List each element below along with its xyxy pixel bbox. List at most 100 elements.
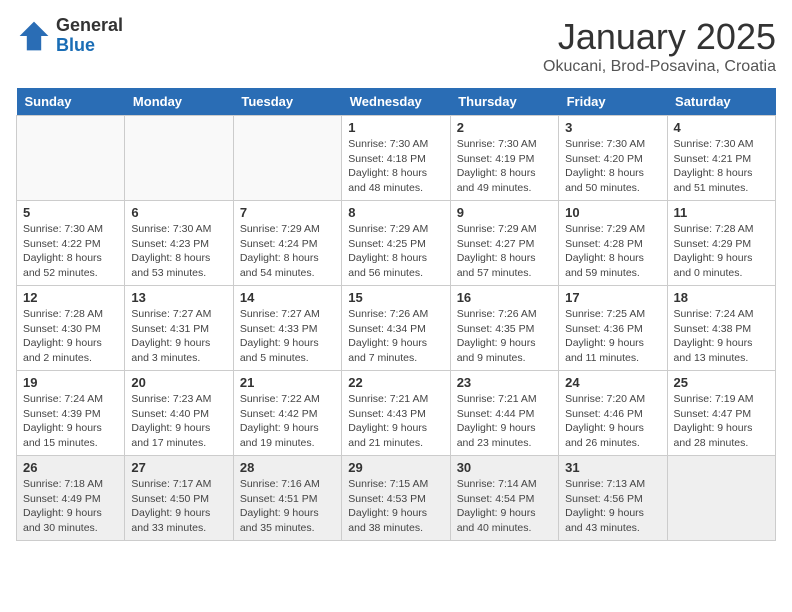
day-number: 16 bbox=[457, 290, 552, 305]
title-block: January 2025 Okucani, Brod-Posavina, Cro… bbox=[543, 16, 776, 76]
week-row-1: 1 Sunrise: 7:30 AM Sunset: 4:18 PM Daylig… bbox=[17, 116, 776, 201]
day-cell: 19 Sunrise: 7:24 AM Sunset: 4:39 PM Dayli… bbox=[17, 371, 125, 456]
day-number: 24 bbox=[565, 375, 660, 390]
day-info: Sunrise: 7:22 AM Sunset: 4:42 PM Dayligh… bbox=[240, 392, 335, 451]
day-cell: 12Sunrise: 7:28 AM Sunset: 4:30 PM Dayli… bbox=[17, 286, 125, 371]
day-cell: 20Sunrise: 7:23 AM Sunset: 4:40 PM Dayli… bbox=[125, 371, 233, 456]
day-info: Sunrise: 7:27 AM Sunset: 4:31 PM Dayligh… bbox=[131, 307, 226, 366]
day-number: 6 bbox=[131, 205, 226, 220]
day-cell: 13 Sunrise: 7:27 AM Sunset: 4:31 PM Dayli… bbox=[125, 286, 233, 371]
day-cell: 26 Sunrise: 7:18 AM Sunset: 4:49 PM Dayli… bbox=[17, 456, 125, 541]
day-number: 29 bbox=[348, 460, 443, 475]
day-number: 4 bbox=[674, 120, 769, 135]
calendar-table: SundayMondayTuesdayWednesdayThursdayFrid… bbox=[16, 88, 776, 541]
day-cell: 25 Sunrise: 7:19 AM Sunset: 4:47 PM Dayli… bbox=[667, 371, 775, 456]
day-info: Sunrise: 7:19 AM Sunset: 4:47 PM Dayligh… bbox=[674, 392, 769, 451]
day-number: 13 bbox=[131, 290, 226, 305]
day-cell: 2Sunrise: 7:30 AM Sunset: 4:19 PM Daylig… bbox=[450, 116, 558, 201]
day-cell: 22 Sunrise: 7:21 AM Sunset: 4:43 PM Dayli… bbox=[342, 371, 450, 456]
day-cell bbox=[17, 116, 125, 201]
day-cell: 21 Sunrise: 7:22 AM Sunset: 4:42 PM Dayli… bbox=[233, 371, 341, 456]
day-cell: 8Sunrise: 7:29 AM Sunset: 4:25 PM Daylig… bbox=[342, 201, 450, 286]
day-info: Sunrise: 7:30 AM Sunset: 4:18 PM Dayligh… bbox=[348, 137, 443, 196]
logo-icon bbox=[16, 18, 52, 54]
day-number: 18 bbox=[674, 290, 769, 305]
day-number: 23 bbox=[457, 375, 552, 390]
day-info: Sunrise: 7:21 AM Sunset: 4:44 PM Dayligh… bbox=[457, 392, 552, 451]
day-info: Sunrise: 7:30 AM Sunset: 4:22 PM Dayligh… bbox=[23, 222, 118, 281]
day-info: Sunrise: 7:13 AM Sunset: 4:56 PM Dayligh… bbox=[565, 477, 660, 536]
day-number: 25 bbox=[674, 375, 769, 390]
day-cell: 14 Sunrise: 7:27 AM Sunset: 4:33 PM Dayli… bbox=[233, 286, 341, 371]
logo-blue-text: Blue bbox=[56, 36, 123, 56]
weekday-header-thursday: Thursday bbox=[450, 88, 558, 116]
day-info: Sunrise: 7:28 AM Sunset: 4:29 PM Dayligh… bbox=[674, 222, 769, 281]
day-info: Sunrise: 7:21 AM Sunset: 4:43 PM Dayligh… bbox=[348, 392, 443, 451]
day-cell: 5 Sunrise: 7:30 AM Sunset: 4:22 PM Daylig… bbox=[17, 201, 125, 286]
day-info: Sunrise: 7:27 AM Sunset: 4:33 PM Dayligh… bbox=[240, 307, 335, 366]
day-number: 30 bbox=[457, 460, 552, 475]
location-title: Okucani, Brod-Posavina, Croatia bbox=[543, 58, 776, 76]
day-number: 7 bbox=[240, 205, 335, 220]
week-row-3: 12Sunrise: 7:28 AM Sunset: 4:30 PM Dayli… bbox=[17, 286, 776, 371]
day-info: Sunrise: 7:18 AM Sunset: 4:49 PM Dayligh… bbox=[23, 477, 118, 536]
weekday-header-monday: Monday bbox=[125, 88, 233, 116]
day-info: Sunrise: 7:29 AM Sunset: 4:27 PM Dayligh… bbox=[457, 222, 552, 281]
weekday-header-friday: Friday bbox=[559, 88, 667, 116]
day-cell: 31 Sunrise: 7:13 AM Sunset: 4:56 PM Dayli… bbox=[559, 456, 667, 541]
day-cell: 10 Sunrise: 7:29 AM Sunset: 4:28 PM Dayli… bbox=[559, 201, 667, 286]
day-cell: 27Sunrise: 7:17 AM Sunset: 4:50 PM Dayli… bbox=[125, 456, 233, 541]
weekday-header-sunday: Sunday bbox=[17, 88, 125, 116]
week-row-4: 19 Sunrise: 7:24 AM Sunset: 4:39 PM Dayli… bbox=[17, 371, 776, 456]
day-cell bbox=[233, 116, 341, 201]
day-cell: 30 Sunrise: 7:14 AM Sunset: 4:54 PM Dayli… bbox=[450, 456, 558, 541]
day-info: Sunrise: 7:24 AM Sunset: 4:39 PM Dayligh… bbox=[23, 392, 118, 451]
day-info: Sunrise: 7:15 AM Sunset: 4:53 PM Dayligh… bbox=[348, 477, 443, 536]
day-cell: 28Sunrise: 7:16 AM Sunset: 4:51 PM Dayli… bbox=[233, 456, 341, 541]
day-number: 31 bbox=[565, 460, 660, 475]
day-cell: 29 Sunrise: 7:15 AM Sunset: 4:53 PM Dayli… bbox=[342, 456, 450, 541]
logo-general-text: General bbox=[56, 16, 123, 36]
day-cell: 6Sunrise: 7:30 AM Sunset: 4:23 PM Daylig… bbox=[125, 201, 233, 286]
day-info: Sunrise: 7:26 AM Sunset: 4:34 PM Dayligh… bbox=[348, 307, 443, 366]
day-cell: 18Sunrise: 7:24 AM Sunset: 4:38 PM Dayli… bbox=[667, 286, 775, 371]
day-number: 1 bbox=[348, 120, 443, 135]
day-number: 22 bbox=[348, 375, 443, 390]
day-info: Sunrise: 7:16 AM Sunset: 4:51 PM Dayligh… bbox=[240, 477, 335, 536]
day-number: 14 bbox=[240, 290, 335, 305]
day-number: 26 bbox=[23, 460, 118, 475]
day-number: 19 bbox=[23, 375, 118, 390]
day-number: 15 bbox=[348, 290, 443, 305]
day-cell: 11 Sunrise: 7:28 AM Sunset: 4:29 PM Dayli… bbox=[667, 201, 775, 286]
day-number: 11 bbox=[674, 205, 769, 220]
weekday-header-saturday: Saturday bbox=[667, 88, 775, 116]
page-header: General Blue January 2025 Okucani, Brod-… bbox=[16, 16, 776, 76]
day-info: Sunrise: 7:30 AM Sunset: 4:19 PM Dayligh… bbox=[457, 137, 552, 196]
day-number: 12 bbox=[23, 290, 118, 305]
day-number: 3 bbox=[565, 120, 660, 135]
day-number: 8 bbox=[348, 205, 443, 220]
day-info: Sunrise: 7:30 AM Sunset: 4:20 PM Dayligh… bbox=[565, 137, 660, 196]
weekday-header-row: SundayMondayTuesdayWednesdayThursdayFrid… bbox=[17, 88, 776, 116]
day-info: Sunrise: 7:30 AM Sunset: 4:21 PM Dayligh… bbox=[674, 137, 769, 196]
day-cell: 4 Sunrise: 7:30 AM Sunset: 4:21 PM Daylig… bbox=[667, 116, 775, 201]
day-cell: 15 Sunrise: 7:26 AM Sunset: 4:34 PM Dayli… bbox=[342, 286, 450, 371]
day-cell: 17Sunrise: 7:25 AM Sunset: 4:36 PM Dayli… bbox=[559, 286, 667, 371]
day-info: Sunrise: 7:25 AM Sunset: 4:36 PM Dayligh… bbox=[565, 307, 660, 366]
day-info: Sunrise: 7:29 AM Sunset: 4:28 PM Dayligh… bbox=[565, 222, 660, 281]
day-cell bbox=[125, 116, 233, 201]
day-info: Sunrise: 7:20 AM Sunset: 4:46 PM Dayligh… bbox=[565, 392, 660, 451]
day-info: Sunrise: 7:14 AM Sunset: 4:54 PM Dayligh… bbox=[457, 477, 552, 536]
month-title: January 2025 bbox=[543, 16, 776, 58]
week-row-2: 5 Sunrise: 7:30 AM Sunset: 4:22 PM Daylig… bbox=[17, 201, 776, 286]
day-number: 10 bbox=[565, 205, 660, 220]
day-number: 5 bbox=[23, 205, 118, 220]
weekday-header-wednesday: Wednesday bbox=[342, 88, 450, 116]
weekday-header-tuesday: Tuesday bbox=[233, 88, 341, 116]
logo-text: General Blue bbox=[56, 16, 123, 56]
day-number: 9 bbox=[457, 205, 552, 220]
day-number: 21 bbox=[240, 375, 335, 390]
day-info: Sunrise: 7:26 AM Sunset: 4:35 PM Dayligh… bbox=[457, 307, 552, 366]
day-info: Sunrise: 7:23 AM Sunset: 4:40 PM Dayligh… bbox=[131, 392, 226, 451]
day-cell bbox=[667, 456, 775, 541]
